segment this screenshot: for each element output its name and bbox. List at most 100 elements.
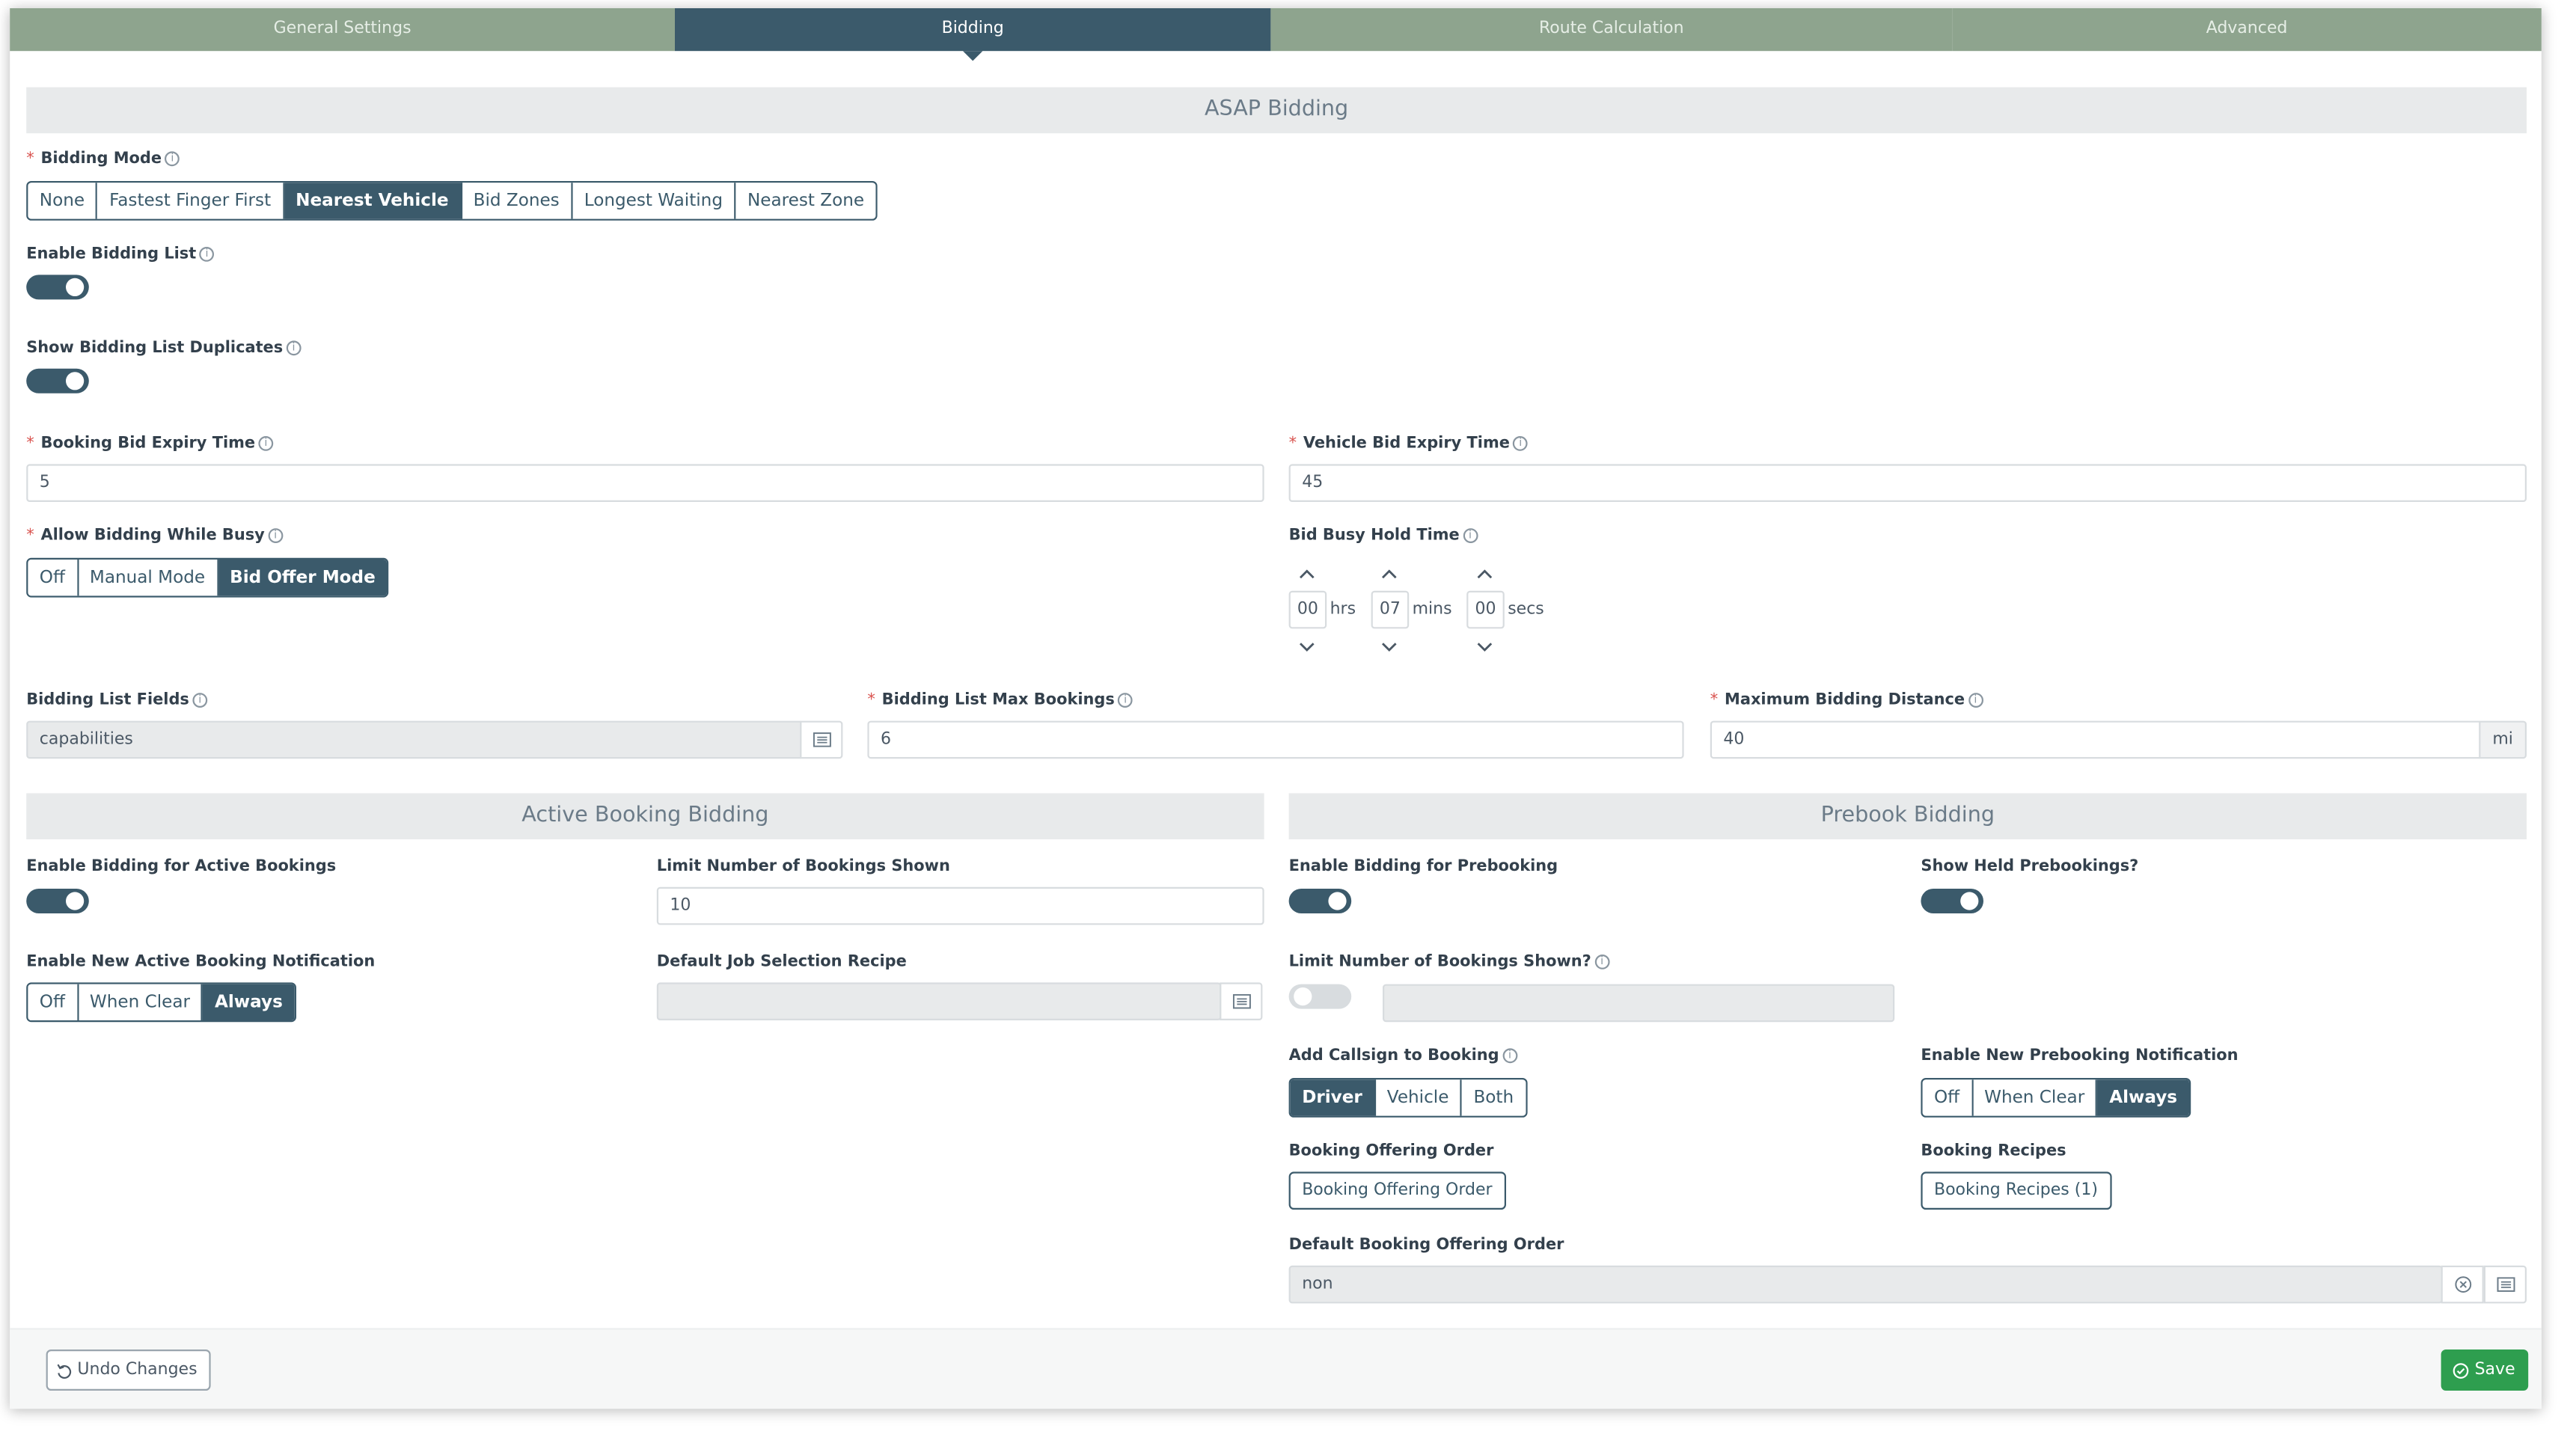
- offering-order-label: Booking Offering Order: [1288, 1142, 1494, 1160]
- section-header-prebook: Prebook Bidding: [1288, 793, 2527, 839]
- callsign-label-text: Add Callsign to Booking: [1288, 1047, 1499, 1065]
- hours-decrement-icon[interactable]: [1295, 639, 1318, 655]
- busy-mode-manual[interactable]: Manual Mode: [78, 560, 218, 596]
- tab-advanced[interactable]: Advanced: [1952, 8, 2542, 52]
- mins-increment-icon[interactable]: [1377, 566, 1401, 583]
- tab-general-settings[interactable]: General Settings: [10, 8, 675, 52]
- info-icon[interactable]: i: [192, 693, 208, 708]
- info-icon[interactable]: i: [199, 247, 215, 262]
- default-offering-order-picker-button[interactable]: [2483, 1265, 2527, 1304]
- clear-default-offering-order-button[interactable]: [2441, 1265, 2484, 1304]
- prebook-notification-selector: Off When Clear Always: [1921, 1078, 2191, 1118]
- callsign-vehicle[interactable]: Vehicle: [1375, 1079, 1463, 1116]
- active-enable-toggle[interactable]: [26, 889, 89, 913]
- busy-mode-bid-offer[interactable]: Bid Offer Mode: [218, 560, 388, 596]
- bidding-mode-none[interactable]: None: [28, 183, 98, 219]
- toggle-knob: [1294, 987, 1312, 1006]
- prebook-notification-when-clear[interactable]: When Clear: [1972, 1079, 2098, 1116]
- settings-panel: General Settings Bidding Route Calculati…: [10, 8, 2542, 1409]
- booking-bid-expiry-input[interactable]: 5: [26, 464, 1264, 502]
- prebook-limit-input[interactable]: [1383, 984, 1895, 1023]
- prebook-enable-toggle[interactable]: [1288, 889, 1352, 913]
- active-limit-label: Limit Number of Bookings Shown: [656, 857, 950, 876]
- bidding-mode-nearest-vehicle[interactable]: Nearest Vehicle: [284, 183, 462, 219]
- prebook-notification-always[interactable]: Always: [2097, 1079, 2189, 1116]
- info-icon[interactable]: i: [286, 340, 302, 356]
- bidding-mode-nearest-zone[interactable]: Nearest Zone: [735, 183, 876, 219]
- info-icon[interactable]: i: [165, 151, 180, 167]
- show-held-toggle[interactable]: [1921, 889, 1983, 913]
- bidding-list-fields-label-text: Bidding List Fields: [26, 691, 189, 710]
- undo-changes-button[interactable]: Undo Changes: [46, 1350, 211, 1391]
- distance-unit: mi: [2479, 720, 2527, 759]
- toggle-knob: [66, 278, 85, 296]
- booking-bid-expiry-label-text: Booking Bid Expiry Time: [40, 434, 256, 453]
- booking-recipes-button[interactable]: Booking Recipes (1): [1921, 1171, 2111, 1210]
- active-notification-when-clear[interactable]: When Clear: [78, 984, 204, 1020]
- bidding-mode-bid-zones[interactable]: Bid Zones: [462, 183, 573, 219]
- required-marker: *: [1288, 434, 1297, 453]
- vehicle-bid-expiry-input[interactable]: 45: [1288, 464, 2527, 502]
- show-duplicates-label: Show Bidding List Duplicates i: [26, 339, 302, 357]
- prebook-enable-label: Enable Bidding for Prebooking: [1288, 857, 1558, 876]
- mins-decrement-icon[interactable]: [1377, 639, 1401, 655]
- callsign-both[interactable]: Both: [1462, 1079, 1526, 1116]
- info-icon[interactable]: i: [1513, 436, 1529, 451]
- callsign-driver[interactable]: Driver: [1290, 1079, 1376, 1116]
- mins-input[interactable]: 07: [1371, 590, 1410, 629]
- info-icon[interactable]: i: [1118, 693, 1133, 708]
- save-button[interactable]: Save: [2441, 1350, 2529, 1391]
- tab-bidding-label: Bidding: [941, 19, 1004, 38]
- footer-bar: Undo Changes Save: [10, 1328, 2542, 1409]
- hours-increment-icon[interactable]: [1295, 566, 1318, 583]
- enable-bidding-list-toggle[interactable]: [26, 275, 89, 300]
- mins-unit: mins: [1412, 601, 1452, 619]
- info-icon[interactable]: i: [268, 528, 283, 543]
- required-marker: *: [26, 150, 34, 168]
- allow-bidding-busy-label-text: Allow Bidding While Busy: [40, 527, 265, 545]
- tab-route-calculation[interactable]: Route Calculation: [1270, 8, 1953, 52]
- booking-recipes-label: Booking Recipes: [1921, 1142, 2066, 1160]
- show-duplicates-toggle[interactable]: [26, 368, 89, 393]
- max-bidding-distance-input[interactable]: 40: [1710, 720, 2482, 759]
- bidding-list-fields-picker-button[interactable]: [800, 720, 843, 759]
- tab-bidding[interactable]: Bidding: [675, 8, 1271, 61]
- active-notification-always[interactable]: Always: [203, 984, 295, 1020]
- prebook-notification-off[interactable]: Off: [1922, 1079, 1973, 1116]
- active-notification-off[interactable]: Off: [28, 984, 79, 1020]
- bidding-list-fields-input[interactable]: capabilities: [26, 720, 804, 759]
- secs-increment-icon[interactable]: [1473, 566, 1496, 583]
- info-icon[interactable]: i: [1463, 528, 1478, 543]
- secs-input[interactable]: 00: [1466, 590, 1505, 629]
- toggle-knob: [1328, 892, 1347, 910]
- max-bidding-distance-label-text: Maximum Bidding Distance: [1725, 691, 1965, 710]
- prebook-limit-toggle[interactable]: [1288, 984, 1352, 1009]
- active-notification-label: Enable New Active Booking Notification: [26, 952, 376, 971]
- list-icon: [2496, 1277, 2515, 1292]
- info-icon[interactable]: i: [1594, 955, 1609, 969]
- secs-decrement-icon[interactable]: [1473, 639, 1496, 655]
- info-icon[interactable]: i: [1968, 693, 1983, 708]
- active-recipe-input[interactable]: [656, 982, 1222, 1020]
- active-recipe-label: Default Job Selection Recipe: [656, 952, 907, 971]
- bidding-mode-label-text: Bidding Mode: [40, 150, 162, 168]
- active-limit-input[interactable]: 10: [656, 886, 1264, 925]
- required-marker: *: [1710, 691, 1719, 710]
- callsign-selector: Driver Vehicle Both: [1288, 1078, 1527, 1118]
- booking-offering-order-button[interactable]: Booking Offering Order: [1288, 1171, 1506, 1210]
- list-icon: [1232, 993, 1250, 1009]
- info-icon[interactable]: i: [1502, 1048, 1517, 1064]
- bidding-mode-fastest-finger-first[interactable]: Fastest Finger First: [97, 183, 284, 219]
- booking-bid-expiry-label: * Booking Bid Expiry Time i: [26, 434, 274, 453]
- info-icon[interactable]: i: [258, 436, 274, 451]
- bidding-list-max-label-text: Bidding List Max Bookings: [881, 691, 1115, 710]
- enable-bidding-list-label-text: Enable Bidding List: [26, 245, 197, 263]
- bidding-mode-longest-waiting[interactable]: Longest Waiting: [572, 183, 736, 219]
- list-icon: [812, 732, 830, 747]
- bidding-list-max-input[interactable]: 6: [867, 720, 1684, 759]
- active-recipe-picker-button[interactable]: [1220, 982, 1263, 1020]
- busy-mode-off[interactable]: Off: [28, 560, 79, 596]
- hours-input[interactable]: 00: [1288, 590, 1327, 629]
- default-offering-order-input[interactable]: non: [1288, 1265, 2443, 1304]
- save-label: Save: [2474, 1361, 2515, 1379]
